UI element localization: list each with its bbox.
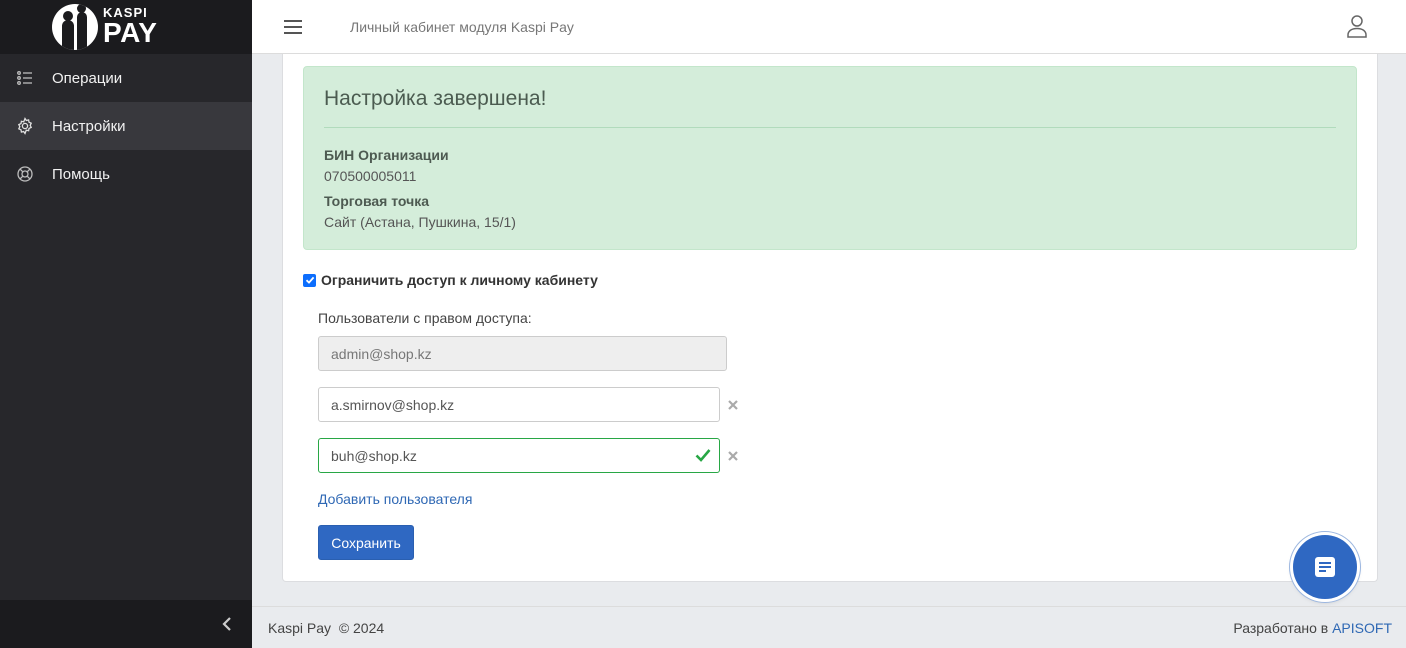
settings-card: Настройка завершена! БИН Организации 070…: [282, 54, 1378, 582]
sidebar: KASPI PAY Операции Настройки Помощь: [0, 0, 252, 648]
gear-icon: [16, 117, 34, 135]
footer-credit: Разработано в APISOFT: [1233, 620, 1392, 636]
restrict-access-checkbox-row[interactable]: Ограничить доступ к личному кабинету: [303, 272, 598, 288]
lifebuoy-icon: [16, 165, 34, 183]
user-email-value: a.smirnov@shop.kz: [331, 396, 455, 413]
restrict-access-checkbox[interactable]: [303, 273, 316, 287]
point-value: Сайт (Астана, Пушкина, 15/1): [324, 214, 516, 230]
user-email-field-readonly: admin@shop.kz: [318, 336, 727, 371]
kaspi-logo-icon: [52, 4, 98, 50]
success-alert: Настройка завершена! БИН Организации 070…: [303, 66, 1357, 250]
collapse-sidebar-button[interactable]: [0, 600, 252, 648]
sidebar-item-label: Настройки: [52, 117, 126, 135]
list-icon: [16, 69, 34, 87]
bin-value: 070500005011: [324, 168, 417, 184]
bin-label: БИН Организации: [324, 147, 449, 163]
user-profile-icon[interactable]: [1346, 14, 1368, 38]
chat-button[interactable]: [1293, 535, 1357, 599]
hamburger-menu-icon[interactable]: [284, 19, 302, 34]
checkmark-icon: [305, 276, 314, 284]
message-icon: [1315, 557, 1335, 577]
page-footer: Kaspi Pay © 2024 Разработано в APISOFT: [252, 606, 1406, 648]
apisoft-link[interactable]: APISOFT: [1332, 620, 1392, 636]
sidebar-item-label: Операции: [52, 69, 123, 87]
point-label: Торговая точка: [324, 193, 430, 209]
page-title: Личный кабинет модуля Kaspi Pay: [350, 18, 574, 35]
add-user-link[interactable]: Добавить пользователя: [318, 491, 472, 507]
sidebar-item-help[interactable]: Помощь: [0, 150, 252, 198]
remove-user-icon[interactable]: [727, 450, 739, 462]
valid-check-icon: [695, 449, 711, 462]
restrict-access-label: Ограничить доступ к личному кабинету: [321, 272, 598, 288]
user-email-field[interactable]: a.smirnov@shop.kz: [318, 387, 720, 422]
chevron-left-icon: [222, 617, 231, 631]
footer-credit-text: Разработано в: [1233, 619, 1333, 636]
user-email-field-valid[interactable]: buh@shop.kz: [318, 438, 720, 473]
users-label: Пользователи с правом доступа:: [318, 310, 532, 326]
logo-big-text: PAY: [103, 16, 158, 48]
footer-copyright: Kaspi Pay © 2024: [268, 619, 385, 636]
alert-title: Настройка завершена!: [324, 87, 1336, 128]
user-email-value: admin@shop.kz: [331, 345, 432, 362]
user-email-value: buh@shop.kz: [331, 447, 417, 464]
save-button[interactable]: Сохранить: [318, 525, 414, 560]
sidebar-item-settings[interactable]: Настройки: [0, 102, 252, 150]
top-header: Личный кабинет модуля Kaspi Pay: [252, 0, 1406, 54]
sidebar-item-label: Помощь: [52, 165, 110, 183]
kaspi-pay-logo[interactable]: KASPI PAY: [0, 0, 252, 54]
remove-user-icon[interactable]: [727, 399, 739, 411]
sidebar-item-operations[interactable]: Операции: [0, 54, 252, 102]
